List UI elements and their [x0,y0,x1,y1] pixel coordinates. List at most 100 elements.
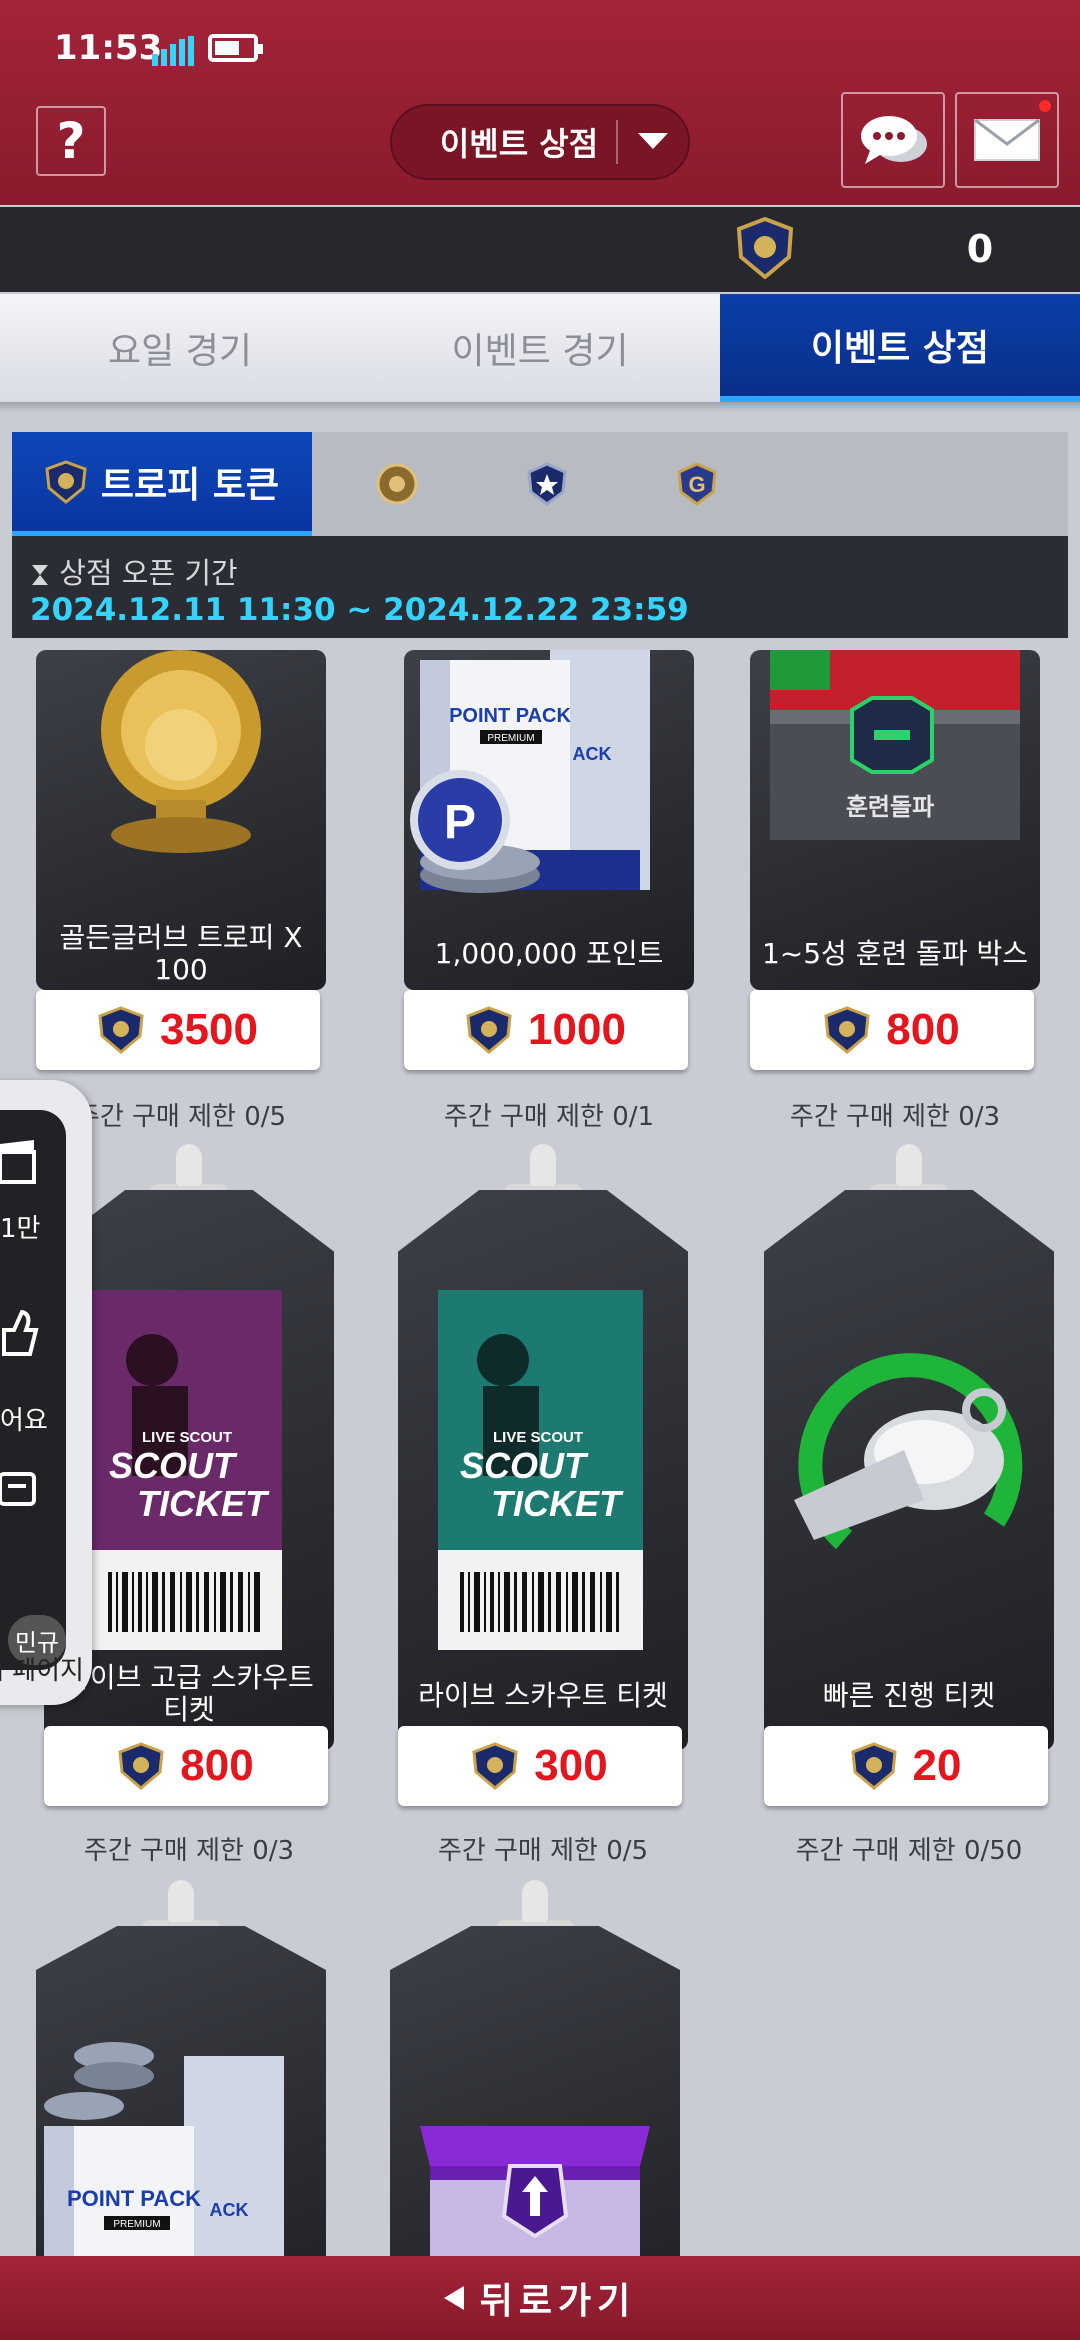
item-price: 1000 [528,1005,626,1054]
svg-text:SCOUT: SCOUT [460,1445,589,1486]
notification-dot [1039,100,1051,112]
star-token-icon [527,462,567,506]
svg-text:LIVE SCOUT: LIVE SCOUT [142,1429,232,1446]
floating-side-panel[interactable]: 1만 어요 민규 내 페이지 [0,1080,92,1705]
whistle-icon [794,1353,1023,1549]
tab-event-shop[interactable]: 이벤트 상점 [720,294,1080,402]
top-bar: 11:53 ? 이벤트 상점 [0,0,1080,205]
trophy-token-icon [736,217,794,279]
signal-icon [152,36,194,66]
currency-value: 0 [966,227,994,271]
item-name: 1,000,000 포인트 [434,937,664,970]
trophy-token-icon [45,459,87,504]
svg-text:POINT PACK: POINT PACK [67,2186,201,2211]
purchase-limit: 주간 구매 제한 0/5 [437,1836,649,1866]
main-tabs: 요일 경기 이벤트 경기 이벤트 상점 [0,294,1080,402]
item-price: 3500 [160,1005,258,1054]
svg-text:TICKET: TICKET [137,1483,270,1524]
token-tab-label: 트로피 토큰 [100,464,280,506]
hook-icon [530,1144,556,1186]
svg-text:LIVE SCOUT: LIVE SCOUT [493,1429,583,1446]
thumbs-icon [2,1310,39,1356]
back-button[interactable]: 뒤로가기 [0,2256,1080,2340]
hook-icon [522,1880,548,1922]
golden-glove-trophy-image [101,650,261,853]
shop-dropdown[interactable]: 이벤트 상점 [390,104,690,180]
hook-icon [896,1144,922,1186]
clapper-icon [0,1140,36,1184]
point-pack-image: POINT PACK PREMIUM ACK P [410,650,650,893]
svg-text:TICKET: TICKET [491,1483,624,1524]
item-price: 800 [886,1005,960,1054]
dropdown-label: 이벤트 상점 [439,125,599,163]
svg-text:G: G [688,472,705,497]
svg-text:PREMIUM: PREMIUM [487,733,534,744]
price-button[interactable]: 800 [44,1726,328,1806]
period-label: 상점 오픈 기간 [59,556,238,590]
trophy-token-icon [472,1742,518,1790]
mail-button[interactable] [955,92,1059,188]
upgrade-box-image [420,2126,650,2266]
svg-text:ACK: ACK [210,2200,249,2220]
svg-text:SCOUT: SCOUT [109,1445,238,1486]
svg-text:P: P [444,796,476,849]
trophy-token-icon [850,1742,897,1790]
trophy-token-icon [98,1006,144,1054]
purchase-limit: 주간 구매 제한 0/3 [83,1836,295,1866]
item-price: 20 [912,1741,962,1790]
hook-icon [168,1880,194,1922]
token-tab-g[interactable]: G [652,432,742,536]
mail-icon [974,118,1040,161]
price-button[interactable]: 800 [750,990,1034,1070]
token-tab-trophy[interactable]: 트로피 토큰 [12,432,312,536]
battery-icon [208,34,263,62]
svg-text:PREMIUM: PREMIUM [113,2219,160,2230]
purchase-limit: 주간 구매 제한 0/1 [443,1102,655,1132]
tab-event-game[interactable]: 이벤트 경기 [360,294,720,402]
chat-icon [861,116,927,164]
training-box-image: 훈련돌파 [770,650,1020,840]
help-button[interactable]: ? [36,106,106,176]
item-price: 800 [180,1741,254,1790]
item-name: 빠른 진행 티켓 [822,1679,996,1712]
hourglass-icon [32,565,48,585]
status-time: 11:53 [54,28,163,68]
item-name: 라이브 스카우트 티켓 [418,1679,668,1712]
chat-button[interactable] [841,92,945,188]
trophy-token-icon [824,1006,870,1054]
back-arrow-icon [443,2286,464,2310]
chevron-down-icon [618,133,688,151]
g-token-icon: G [677,462,717,506]
token-tab-star[interactable] [502,432,592,536]
svg-text:ACK: ACK [573,744,612,764]
price-button[interactable]: 1000 [404,990,688,1070]
scout-ticket-image: LIVE SCOUT SCOUT TICKET [438,1290,643,1650]
item-price: 300 [534,1741,608,1790]
price-button[interactable]: 20 [764,1726,1048,1806]
currency-bar: 0 [0,207,1080,292]
side-text-1: 1만 [0,1214,41,1244]
purchase-limit: 주간 구매 제한 0/3 [789,1102,1001,1132]
trophy-token-icon [118,1742,164,1790]
shop-open-period: 상점 오픈 기간 2024.12.11 11:30 ~ 2024.12.22 2… [12,536,1068,638]
trophy-token-icon [466,1006,512,1054]
svg-text:POINT PACK: POINT PACK [449,705,571,727]
tab-day-game[interactable]: 요일 경기 [0,294,360,402]
card-icon [0,1472,36,1506]
item-name: 라이브 고급 스카우트 티켓 [64,1661,314,1726]
price-button[interactable]: 3500 [36,990,320,1070]
my-page-label[interactable]: 내 페이지 [0,1650,84,1687]
token-tabs: 트로피 토큰 G [12,432,1068,536]
point-pack-image: POINT PACK PREMIUM ACK [44,2042,284,2266]
back-label: 뒤로가기 [479,2281,637,2322]
hook-icon [176,1144,202,1186]
purchase-limit: 주간 구매 제한 0/50 [795,1836,1023,1866]
svg-text:훈련돌파: 훈련돌파 [846,793,934,821]
gold-token-icon [376,463,418,505]
item-name: 골든글러브 트로피 X 100 [59,921,303,986]
period-value: 2024.12.11 11:30 ~ 2024.12.22 23:59 [30,592,689,628]
token-tab-gold[interactable] [352,432,442,536]
price-button[interactable]: 300 [398,1726,682,1806]
item-name: 1~5성 훈련 돌파 박스 [761,937,1029,970]
premium-scout-ticket-image: LIVE SCOUT SCOUT TICKET [92,1290,282,1650]
